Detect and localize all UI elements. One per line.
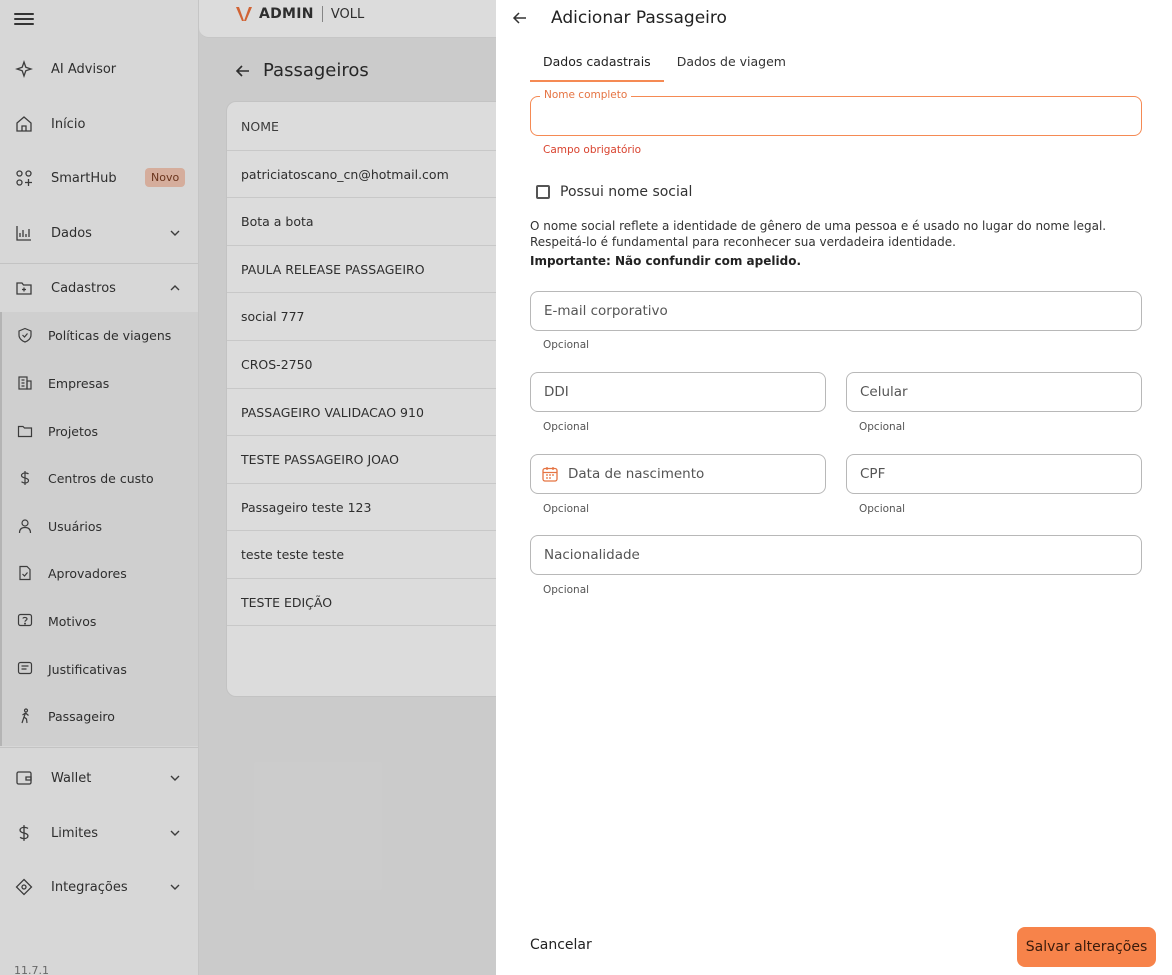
mobile-field[interactable]: Celular [846, 372, 1142, 412]
tab-dados-viagem[interactable]: Dados de viagem [664, 52, 799, 82]
birth-date-field[interactable]: Data de nascimento [530, 454, 826, 494]
nationality-helper: Opcional [543, 584, 590, 596]
social-name-info: O nome social reflete a identidade de gê… [530, 219, 1107, 249]
drawer-header: Adicionar Passageiro [512, 6, 727, 30]
social-name-checkbox[interactable]: Possui nome social [536, 184, 692, 200]
email-helper: Opcional [543, 339, 590, 351]
social-name-warning: Importante: Não confundir com apelido. [530, 254, 802, 268]
cpf-field[interactable]: CPF [846, 454, 1142, 494]
birth-date-helper: Opcional [543, 503, 590, 515]
tab-bar: Dados cadastrais Dados de viagem [530, 52, 799, 82]
mobile-placeholder: Celular [860, 384, 908, 400]
full-name-label: Nome completo [540, 89, 632, 101]
ddi-field[interactable]: DDI [530, 372, 826, 412]
nationality-field[interactable]: Nacionalidade [530, 535, 1142, 575]
drawer-title: Adicionar Passageiro [551, 8, 727, 28]
birth-date-placeholder: Data de nascimento [568, 466, 705, 482]
tab-dados-cadastrais[interactable]: Dados cadastrais [530, 52, 664, 82]
ddi-placeholder: DDI [544, 384, 569, 400]
ddi-helper: Opcional [543, 421, 590, 433]
calendar-icon[interactable] [541, 465, 559, 483]
mobile-helper: Opcional [859, 421, 906, 433]
save-button[interactable]: Salvar alterações [1017, 927, 1156, 967]
checkbox-label: Possui nome social [560, 184, 693, 200]
full-name-error: Campo obrigatório [543, 144, 642, 156]
add-passenger-drawer: Adicionar Passageiro Dados cadastrais Da… [496, 0, 1172, 975]
full-name-field[interactable]: Nome completo [530, 89, 1142, 136]
cpf-helper: Opcional [859, 503, 906, 515]
email-placeholder: E-mail corporativo [544, 303, 668, 319]
cpf-placeholder: CPF [860, 466, 886, 482]
checkbox-box[interactable] [536, 185, 550, 199]
email-field[interactable]: E-mail corporativo [530, 291, 1142, 331]
back-arrow-icon[interactable] [512, 10, 528, 26]
nationality-placeholder: Nacionalidade [544, 547, 640, 563]
cancel-button[interactable]: Cancelar [530, 937, 592, 953]
